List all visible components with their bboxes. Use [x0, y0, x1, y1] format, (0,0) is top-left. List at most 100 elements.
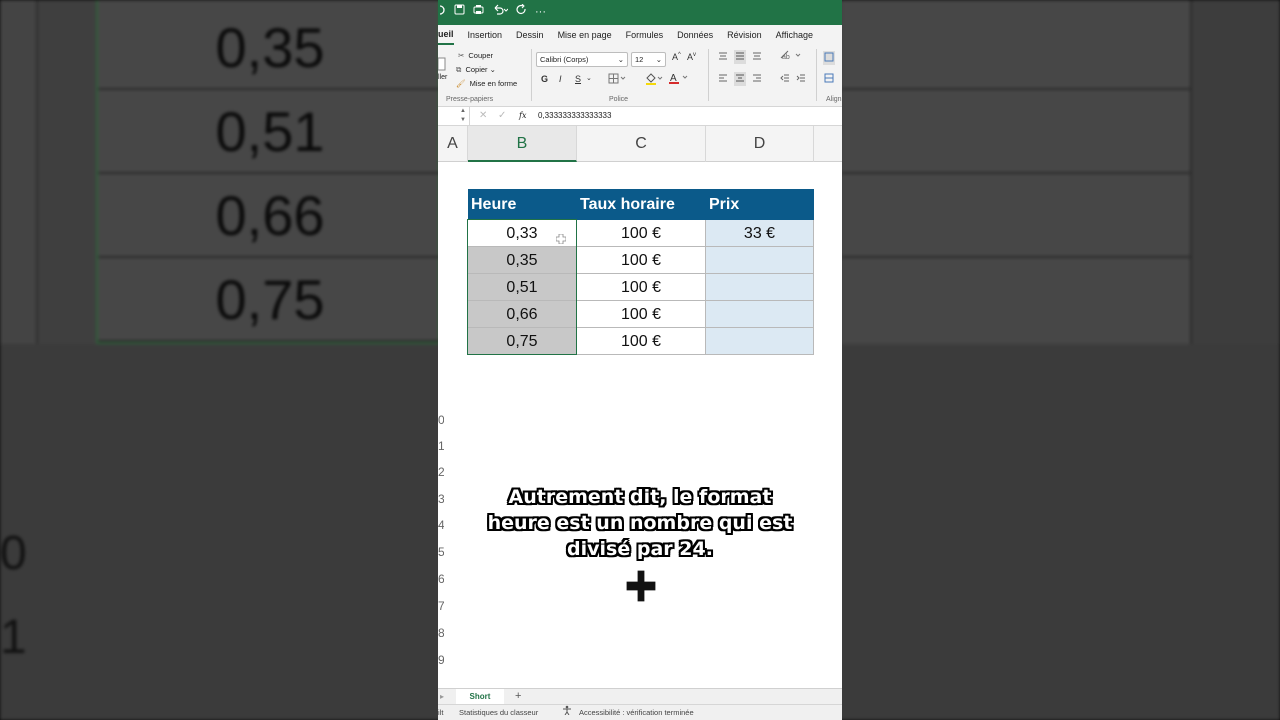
align-bottom-icon[interactable]: [752, 51, 762, 63]
orientation-icon[interactable]: ab: [780, 50, 802, 62]
row-number: 5: [438, 545, 444, 559]
font-size-value: 12: [635, 55, 644, 64]
paste-button[interactable]: [438, 57, 446, 73]
italic-button[interactable]: I: [559, 74, 562, 84]
font-size-select[interactable]: 12 ⌄: [631, 52, 666, 67]
title-bar: ···: [438, 0, 842, 25]
spreadsheet-grid[interactable]: 0 1 2 3 4 5 6 7 8 9 Heure Taux horaire P…: [438, 162, 842, 688]
ribbon: ller ✂ Couper ⧉ Copier ⌄ 🖌 Mise en forme…: [438, 45, 842, 107]
align-top-icon[interactable]: [718, 51, 728, 63]
tab-donnees[interactable]: Données: [677, 25, 713, 45]
enter-icon[interactable]: ✓: [498, 107, 506, 125]
clipboard-group-label: Presse-papiers: [446, 96, 494, 103]
cell-taux[interactable]: 100 €: [577, 328, 706, 355]
save-icon[interactable]: [454, 0, 465, 25]
row-number: 0: [438, 413, 444, 427]
status-mode: ilt: [438, 708, 444, 717]
cell-prix[interactable]: [706, 301, 814, 328]
increase-font-button[interactable]: A^: [672, 52, 681, 62]
column-header-c[interactable]: C: [577, 126, 706, 162]
header-prix[interactable]: Prix: [706, 189, 814, 220]
tab-affichage[interactable]: Affichage: [776, 25, 813, 45]
accessibility-status[interactable]: Accessibilité : vérification terminée: [579, 705, 694, 720]
chevron-down-icon: ⌄: [617, 55, 624, 64]
row-number: 6: [438, 572, 444, 586]
row-number: 9: [438, 653, 444, 667]
align-center-icon[interactable]: [734, 72, 746, 86]
column-header-b[interactable]: B: [468, 126, 577, 162]
cell-taux[interactable]: 100 €: [577, 301, 706, 328]
bg-grid-line: [842, 256, 1192, 258]
align-middle-icon[interactable]: [734, 50, 746, 64]
header-heure[interactable]: Heure: [468, 189, 577, 220]
name-box[interactable]: ▲ ▼: [438, 107, 470, 125]
autosave-icon[interactable]: [439, 0, 446, 25]
cell-heure[interactable]: 0,66: [468, 301, 577, 328]
merge-icon[interactable]: [824, 73, 834, 85]
tab-revision[interactable]: Révision: [727, 25, 762, 45]
format-painter-label: Mise en forme: [469, 79, 518, 88]
accessibility-icon[interactable]: [562, 705, 572, 720]
tab-dessin[interactable]: Dessin: [516, 25, 544, 45]
bg-row-number: 1: [0, 611, 27, 664]
column-header-d[interactable]: D: [706, 126, 814, 162]
ribbon-tabs: ueil Insertion Dessin Mise en page Formu…: [438, 25, 842, 45]
column-header-a[interactable]: A: [438, 126, 468, 162]
align-left-icon[interactable]: [718, 73, 728, 85]
font-name-select[interactable]: Calibri (Corps) ⌄: [536, 52, 628, 67]
add-sheet-button[interactable]: +: [515, 689, 521, 704]
print-icon[interactable]: [473, 0, 484, 25]
cell-prix[interactable]: 33 €: [706, 220, 814, 247]
wrap-text-icon[interactable]: [823, 51, 835, 65]
formula-input[interactable]: 0,333333333333333: [538, 107, 611, 125]
bg-grid-line: [842, 88, 1192, 90]
increase-indent-icon[interactable]: [796, 73, 806, 85]
align-right-icon[interactable]: [752, 73, 762, 85]
copy-button[interactable]: ⧉ Copier ⌄: [456, 65, 496, 75]
cell-prix[interactable]: [706, 247, 814, 274]
redo-icon[interactable]: [516, 0, 527, 25]
tab-accueil[interactable]: ueil: [438, 25, 454, 45]
undo-icon[interactable]: [492, 0, 509, 25]
more-icon[interactable]: ···: [535, 0, 546, 25]
cell-taux[interactable]: 100 €: [577, 220, 706, 247]
cell-heure[interactable]: 0,35: [468, 247, 577, 274]
cancel-icon[interactable]: ✕: [479, 107, 487, 125]
underline-button[interactable]: S: [575, 74, 581, 84]
paste-label: ller: [438, 74, 448, 81]
cell-heure[interactable]: 0,51: [468, 274, 577, 301]
row-number: 3: [438, 492, 444, 506]
bg-grid-line: [842, 172, 1192, 174]
bg-zoomed-column: 0,35 0,51 0,66 0,75: [96, 0, 442, 344]
format-painter-button[interactable]: 🖌 Mise en forme: [456, 79, 517, 88]
bg-value: 0,66: [98, 174, 442, 258]
font-group-label: Police: [609, 96, 629, 103]
cell-prix[interactable]: [706, 274, 814, 301]
row-number: 8: [438, 626, 444, 640]
workbook-statistics[interactable]: Statistiques du classeur: [459, 705, 538, 720]
tab-mise-en-page[interactable]: Mise en page: [558, 25, 612, 45]
cell-taux[interactable]: 100 €: [577, 274, 706, 301]
copy-label: Copier: [465, 65, 488, 74]
cell-prix[interactable]: [706, 328, 814, 355]
borders-button[interactable]: [608, 73, 626, 86]
scroll-left-icon[interactable]: ▸: [440, 689, 444, 704]
cell-heure[interactable]: 0,75: [468, 328, 577, 355]
stepper-icon: ▲ ▼: [460, 108, 466, 123]
header-taux-horaire[interactable]: Taux horaire: [577, 189, 706, 220]
fill-cursor-icon: [555, 231, 567, 249]
decrease-font-button[interactable]: Av: [687, 52, 696, 62]
cell-taux[interactable]: 100 €: [577, 247, 706, 274]
font-color-button[interactable]: A: [669, 72, 689, 87]
tab-insertion[interactable]: Insertion: [468, 25, 503, 45]
cut-button[interactable]: ✂ Couper: [458, 51, 493, 60]
chevron-down-icon[interactable]: ⌄: [586, 74, 592, 82]
fill-color-button[interactable]: [645, 73, 663, 87]
bold-button[interactable]: G: [541, 74, 548, 84]
ribbon-separator: [708, 49, 709, 101]
ribbon-separator: [816, 49, 817, 101]
fx-button[interactable]: fx: [519, 107, 526, 125]
decrease-indent-icon[interactable]: [780, 73, 790, 85]
tab-formules[interactable]: Formules: [626, 25, 664, 45]
bg-value: 0,35: [98, 6, 442, 90]
